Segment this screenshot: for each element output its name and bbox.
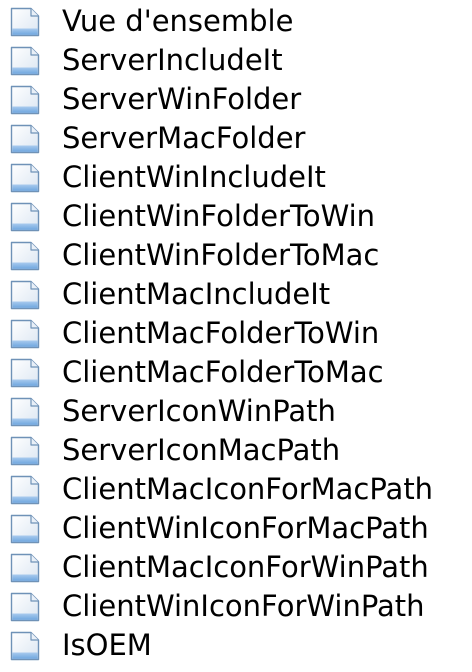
topic-item[interactable]: ServerMacFolder [8,119,433,158]
topic-item[interactable]: ClientMacFolderToWin [8,314,433,353]
topic-label: ServerIncludeIt [62,43,283,77]
document-page-icon [10,46,40,75]
topic-item[interactable]: ClientMacFolderToMac [8,353,433,392]
topic-label: ServerIconWinPath [62,394,336,428]
topic-item[interactable]: ClientWinIncludeIt [8,158,433,197]
topic-item[interactable]: IsOEM [8,626,433,665]
topic-item[interactable]: ServerIconMacPath [8,431,433,470]
topic-item[interactable]: ClientWinIconForMacPath [8,509,433,548]
document-page-icon [10,280,40,309]
topic-label: ClientWinFolderToMac [62,238,380,272]
document-page-icon [10,85,40,114]
document-page-icon [10,553,40,582]
document-page-icon [10,124,40,153]
document-page-icon [10,514,40,543]
topic-item[interactable]: ClientMacIconForWinPath [8,548,433,587]
help-topic-list: Vue d'ensemble ServerIncludeIt ServerWin… [8,2,433,665]
document-page-icon [10,436,40,465]
topic-label: ClientMacIconForMacPath [62,472,434,506]
topic-label: Vue d'ensemble [62,4,294,38]
topic-label: ServerMacFolder [62,121,306,155]
document-page-icon [10,202,40,231]
topic-label: ServerIconMacPath [62,433,341,467]
document-page-icon [10,319,40,348]
topic-label: ClientMacFolderToWin [62,316,380,350]
topic-label: IsOEM [62,628,152,662]
topic-label: ClientWinIconForWinPath [62,589,425,623]
document-page-icon [10,241,40,270]
topic-label: ServerWinFolder [62,82,302,116]
document-page-icon [10,592,40,621]
topic-label: ClientMacIconForWinPath [62,550,429,584]
topic-item[interactable]: Vue d'ensemble [8,2,433,41]
document-page-icon [10,397,40,426]
topic-label: ClientWinFolderToWin [62,199,376,233]
topic-label: ClientMacFolderToMac [62,355,384,389]
topic-item[interactable]: ServerIconWinPath [8,392,433,431]
topic-label: ClientWinIncludeIt [62,160,326,194]
topic-item[interactable]: ClientWinFolderToMac [8,236,433,275]
document-page-icon [10,163,40,192]
document-page-icon [10,358,40,387]
topic-label: ClientWinIconForMacPath [62,511,429,545]
topic-label: ClientMacIncludeIt [62,277,331,311]
topic-item[interactable]: ClientWinFolderToWin [8,197,433,236]
document-page-icon [10,631,40,660]
document-page-icon [10,475,40,504]
topic-item[interactable]: ServerIncludeIt [8,41,433,80]
document-page-icon [10,7,40,36]
topic-item[interactable]: ClientWinIconForWinPath [8,587,433,626]
topic-item[interactable]: ServerWinFolder [8,80,433,119]
topic-item[interactable]: ClientMacIconForMacPath [8,470,433,509]
topic-item[interactable]: ClientMacIncludeIt [8,275,433,314]
